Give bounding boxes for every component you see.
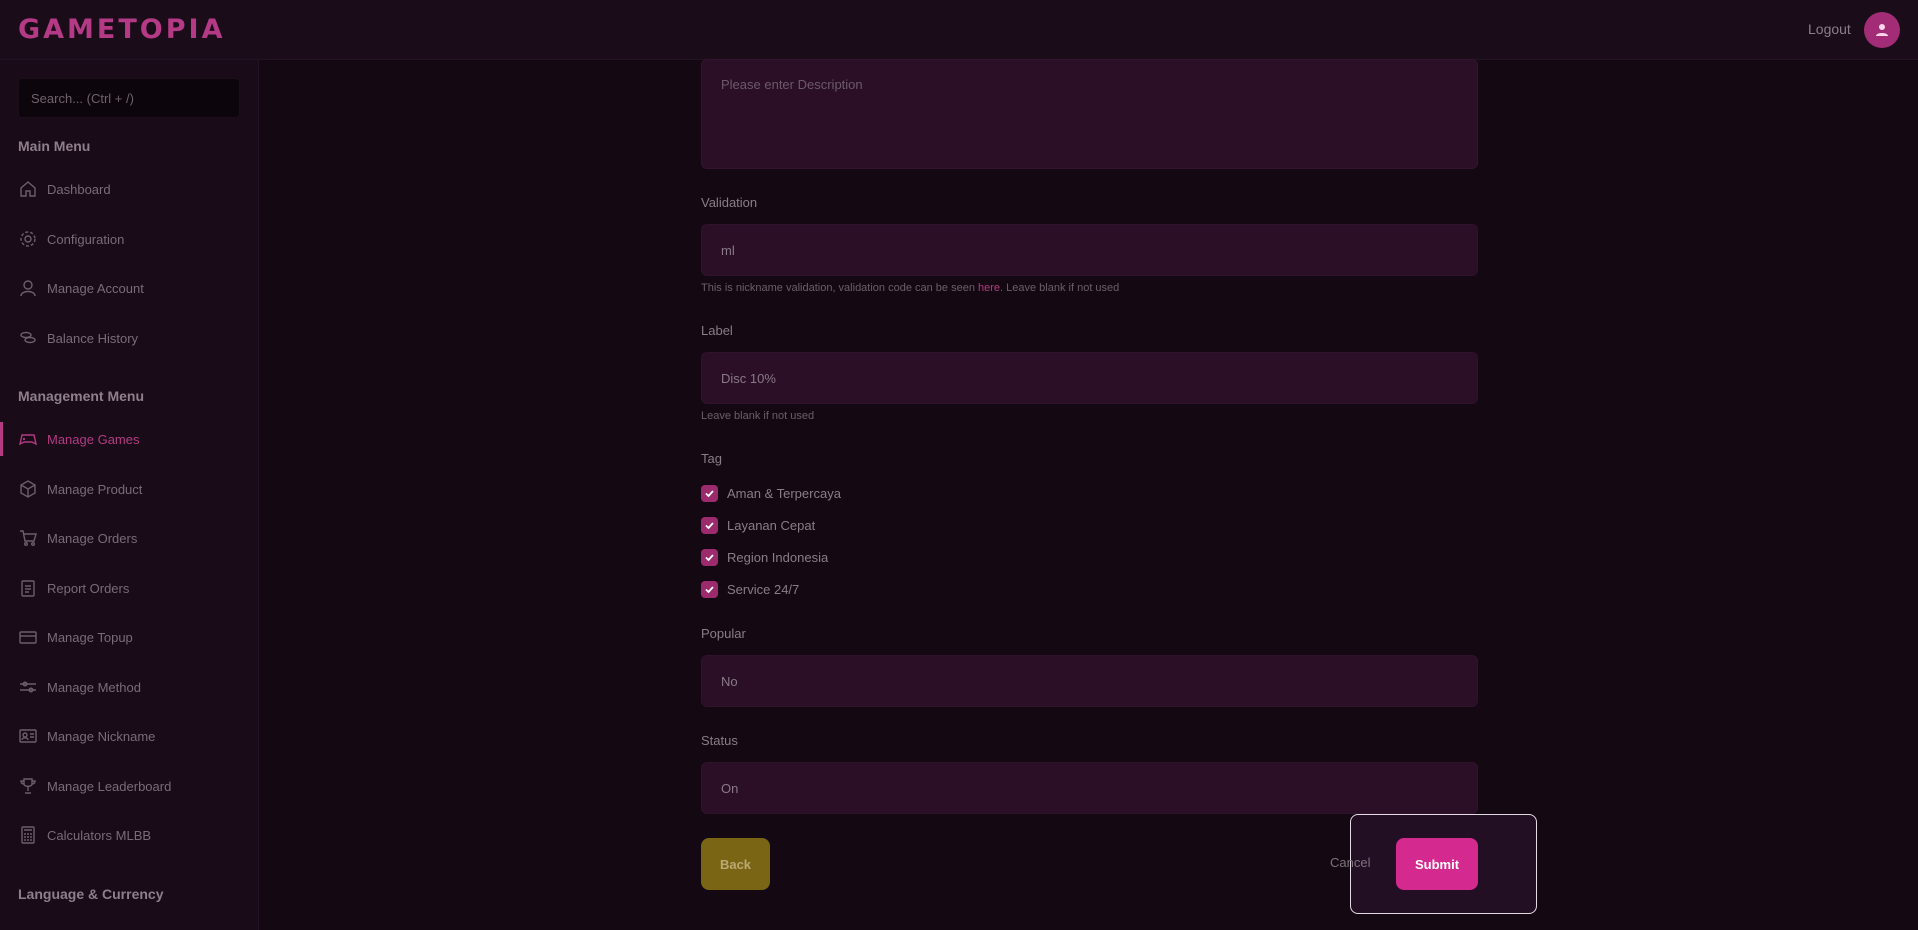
checkbox-checked[interactable] <box>701 581 718 598</box>
sidebar-item-label: Dashboard <box>47 181 111 197</box>
submit-button[interactable]: Submit <box>1396 838 1478 890</box>
sidebar-item-label: Configuration <box>47 231 125 247</box>
validation-help-after: . Leave blank if not used <box>1000 282 1120 294</box>
status-select[interactable] <box>701 762 1478 814</box>
sidebar-item-dashboard[interactable]: Dashboard <box>0 172 258 206</box>
validation-help-before: This is nickname validation, validation … <box>701 282 978 294</box>
sidebar-item-manage-nickname[interactable]: Manage Nickname <box>0 719 258 753</box>
user-icon <box>18 278 38 298</box>
sliders-icon <box>18 677 38 697</box>
management-menu-heading: Management Menu <box>18 388 145 404</box>
gear-icon <box>18 229 38 249</box>
id-card-icon <box>18 726 38 746</box>
description-textarea[interactable] <box>701 59 1478 169</box>
sidebar-item-label: Manage Account <box>47 280 144 296</box>
sidebar-item-label: Calculators MLBB <box>47 827 152 843</box>
sidebar-item-manage-topup[interactable]: Manage Topup <box>0 620 258 654</box>
card-icon <box>18 627 38 647</box>
sidebar-item-manage-method[interactable]: Manage Method <box>0 670 258 704</box>
cart-icon <box>18 528 38 548</box>
language-currency-heading: Language & Currency <box>18 886 164 902</box>
checkbox-checked[interactable] <box>701 517 718 534</box>
sidebar-item-manage-games[interactable]: Manage Games <box>0 422 258 456</box>
sidebar-item-label: Manage Nickname <box>47 728 156 744</box>
sidebar-item-manage-orders[interactable]: Manage Orders <box>0 521 258 555</box>
sidebar-item-label: Report Orders <box>47 580 130 596</box>
tag-checkbox-region-indonesia[interactable]: Region Indonesia <box>701 549 828 566</box>
calculator-icon <box>18 825 38 845</box>
clipboard-icon <box>18 578 38 598</box>
label-help-text: Leave blank if not used <box>701 410 815 422</box>
label-input[interactable] <box>701 352 1478 404</box>
checkbox-label: Service 24/7 <box>727 582 800 597</box>
sidebar-item-label: Manage Topup <box>47 629 133 645</box>
gamepad-icon <box>18 429 38 449</box>
validation-help-link[interactable]: here <box>978 282 1000 294</box>
validation-help-text: This is nickname validation, validation … <box>701 282 1119 294</box>
checkbox-label: Region Indonesia <box>727 550 829 565</box>
tag-label: Tag <box>701 451 722 466</box>
home-icon <box>18 179 38 199</box>
tag-checkbox-aman-terpercaya[interactable]: Aman & Terpercaya <box>701 485 841 502</box>
popular-label: Popular <box>701 626 746 641</box>
sidebar-item-label: Manage Orders <box>47 530 138 546</box>
sidebar-item-configuration[interactable]: Configuration <box>0 222 258 256</box>
sidebar-item-label: Manage Method <box>47 679 141 695</box>
tag-checkbox-layanan-cepat[interactable]: Layanan Cepat <box>701 517 815 534</box>
status-label: Status <box>701 733 738 748</box>
sidebar-item-calculators-mlbb[interactable]: Calculators MLBB <box>0 818 258 852</box>
sidebar-item-report-orders[interactable]: Report Orders <box>0 571 258 605</box>
validation-input[interactable] <box>701 224 1478 276</box>
label-field-label: Label <box>701 323 733 338</box>
tag-checkbox-service-24-7[interactable]: Service 24/7 <box>701 581 799 598</box>
sidebar-item-label: Manage Leaderboard <box>47 778 172 794</box>
main-menu-heading: Main Menu <box>18 138 91 154</box>
check-icon <box>705 586 714 594</box>
sidebar-item-manage-leaderboard[interactable]: Manage Leaderboard <box>0 769 258 803</box>
sidebar-item-manage-product[interactable]: Manage Product <box>0 472 258 506</box>
box-icon <box>18 479 38 499</box>
coins-icon <box>18 328 38 348</box>
top-bar: GAMETOPIA Logout <box>0 0 1918 60</box>
checkbox-label: Aman & Terpercaya <box>727 486 841 501</box>
sidebar-item-balance-history[interactable]: Balance History <box>0 321 258 355</box>
checkbox-checked[interactable] <box>701 549 718 566</box>
sidebar: Main Menu Dashboard Configuration Manage… <box>0 60 259 930</box>
check-icon <box>705 554 714 562</box>
avatar[interactable] <box>1864 12 1900 48</box>
checkbox-label: Layanan Cepat <box>727 518 816 533</box>
search-input[interactable] <box>18 78 240 118</box>
cancel-button[interactable]: Cancel <box>1330 855 1370 870</box>
check-icon <box>705 522 714 530</box>
popular-select[interactable] <box>701 655 1478 707</box>
back-button[interactable]: Back <box>701 838 770 890</box>
check-icon <box>705 490 714 498</box>
sidebar-item-label: Balance History <box>47 330 139 346</box>
validation-label: Validation <box>701 195 758 210</box>
user-avatar-icon <box>1876 24 1888 36</box>
app-logo[interactable]: GAMETOPIA <box>18 14 225 45</box>
sidebar-item-label: Manage Product <box>47 481 143 497</box>
checkbox-checked[interactable] <box>701 485 718 502</box>
trophy-icon <box>18 776 38 796</box>
sidebar-item-manage-account[interactable]: Manage Account <box>0 271 258 305</box>
logout-link[interactable]: Logout <box>1808 21 1851 37</box>
sidebar-item-label: Manage Games <box>47 431 140 447</box>
